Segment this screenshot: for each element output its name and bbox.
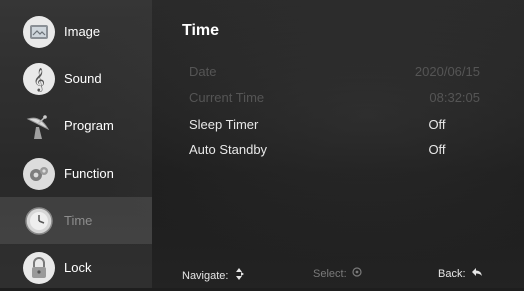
setting-value: 2020/06/15 (414, 64, 480, 79)
satellite-dish-icon (22, 109, 56, 143)
back-arrow-icon (471, 267, 483, 280)
sidebar-item-lock[interactable]: Lock (0, 244, 152, 291)
sidebar-item-label: Image (64, 24, 101, 39)
setting-label: Auto Standby (189, 142, 268, 157)
navigate-label: Navigate: (182, 269, 229, 282)
tv-menu-screen: Image 𝄞 Sound Program Function Time Lock… (0, 0, 524, 288)
footer-hints: Navigate: Select: Back: (152, 264, 524, 284)
navigate-hint: Navigate: (182, 267, 245, 284)
gears-icon (22, 157, 56, 191)
navigate-arrows-icon (233, 267, 245, 284)
sidebar-item-function[interactable]: Function (0, 150, 152, 197)
setting-row-auto-standby[interactable]: Auto Standby Off (182, 142, 492, 162)
setting-value: Off (428, 117, 446, 132)
clock-icon (22, 204, 56, 238)
sidebar-item-image[interactable]: Image (0, 8, 152, 55)
sidebar-item-label: Lock (64, 260, 92, 275)
back-label: Back: (438, 267, 466, 280)
setting-row-date: Date 2020/06/15 (182, 64, 492, 84)
select-hint: Select: (313, 267, 362, 280)
settings-panel: Time Date 2020/06/15 Current Time 08:32:… (152, 0, 524, 288)
image-icon (22, 15, 56, 49)
setting-value: Off (428, 142, 446, 157)
sidebar-item-time[interactable]: Time (0, 197, 152, 244)
setting-row-sleep-timer[interactable]: Sleep Timer Off (182, 117, 492, 137)
setting-label: Date (189, 64, 217, 79)
padlock-icon (22, 251, 56, 285)
back-hint: Back: (438, 267, 483, 280)
setting-row-current-time: Current Time 08:32:05 (182, 90, 492, 110)
setting-value: 08:32:05 (429, 90, 480, 105)
sidebar-item-label: Program (64, 118, 114, 133)
select-label: Select: (313, 267, 347, 280)
music-note-icon: 𝄞 (22, 62, 56, 96)
sidebar: Image 𝄞 Sound Program Function Time Lock (0, 0, 152, 288)
svg-text:𝄞: 𝄞 (33, 67, 45, 92)
sidebar-item-program[interactable]: Program (0, 102, 152, 149)
sidebar-item-sound[interactable]: 𝄞 Sound (0, 55, 152, 102)
setting-label: Sleep Timer (189, 117, 259, 132)
setting-label: Current Time (189, 90, 265, 105)
sidebar-item-label: Function (64, 166, 114, 181)
ok-button-icon (352, 267, 362, 280)
sidebar-item-label: Sound (64, 71, 102, 86)
sidebar-item-label: Time (64, 213, 93, 228)
page-title: Time (182, 22, 220, 39)
